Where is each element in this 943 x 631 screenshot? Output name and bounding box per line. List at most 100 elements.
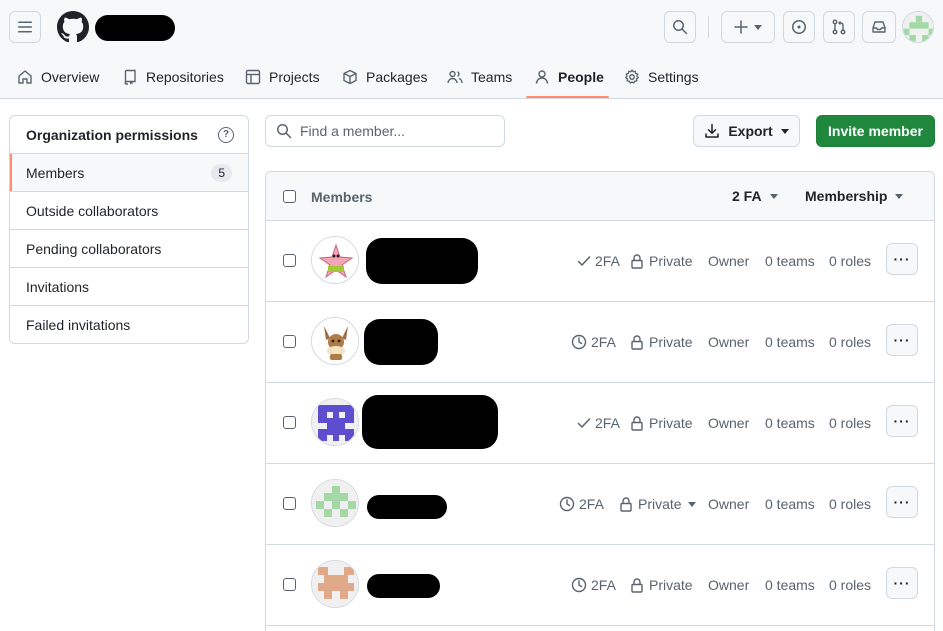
pull-requests-button[interactable]: [823, 11, 855, 43]
check-icon: [577, 256, 591, 266]
row-more-button[interactable]: ···: [886, 405, 918, 437]
members-column-header: Members: [311, 189, 373, 205]
visibility-dropdown[interactable]: Private: [620, 496, 696, 512]
row-checkbox[interactable]: [283, 497, 296, 510]
twofa-status: 2FA: [571, 577, 616, 593]
tab-settings[interactable]: Settings: [624, 56, 699, 98]
member-teams[interactable]: 0 teams: [765, 334, 815, 350]
row-checkbox[interactable]: [283, 578, 296, 591]
tab-label: Overview: [41, 69, 100, 85]
permissions-sidebar: Organization permissions ? Members 5 Out…: [9, 115, 249, 344]
export-button[interactable]: Export: [693, 115, 800, 147]
twofa-filter-dropdown[interactable]: 2 FA: [732, 188, 778, 204]
issues-button[interactable]: [783, 11, 815, 43]
app-header: Overview Repositories Projects Packages …: [0, 0, 943, 99]
tab-people[interactable]: People: [534, 56, 604, 98]
table-header: Members 2 FA Membership: [266, 172, 934, 221]
member-avatar[interactable]: [311, 236, 359, 284]
tab-label: Packages: [366, 69, 428, 85]
hamburger-menu-button[interactable]: [9, 11, 41, 43]
table-row: 2FA Private Owner 0 teams 0 roles ···: [266, 464, 934, 545]
home-icon: [18, 70, 32, 84]
visibility-status: Private: [631, 334, 693, 350]
row-more-button[interactable]: ···: [886, 486, 918, 518]
member-name-redacted: [367, 574, 440, 598]
row-more-button[interactable]: ···: [886, 243, 918, 275]
issue-opened-icon: [792, 20, 806, 34]
orange-identicon-avatar: [312, 561, 358, 607]
tab-overview[interactable]: Overview: [17, 56, 99, 98]
membership-filter-dropdown[interactable]: Membership: [805, 188, 904, 204]
lock-icon: [631, 334, 643, 350]
search-button[interactable]: [664, 11, 696, 43]
github-mark-icon[interactable]: [57, 11, 89, 43]
visibility-label: Private: [638, 496, 682, 512]
clock-icon: [559, 496, 575, 512]
patrick-star-avatar: [312, 237, 358, 283]
sidebar-item-label: Outside collaborators: [26, 202, 159, 219]
sidebar-item-label: Invitations: [26, 278, 90, 295]
lock-icon: [631, 253, 643, 269]
row-more-button[interactable]: ···: [886, 567, 918, 599]
member-avatar[interactable]: [311, 479, 359, 527]
question-icon[interactable]: ?: [218, 126, 234, 143]
tab-projects[interactable]: Projects: [245, 56, 320, 98]
twofa-status: 2FA: [577, 253, 620, 269]
member-roles[interactable]: 0 roles: [829, 415, 871, 431]
twofa-label: 2FA: [595, 253, 620, 269]
package-icon: [343, 69, 357, 85]
row-checkbox[interactable]: [283, 254, 296, 267]
member-roles[interactable]: 0 roles: [829, 334, 871, 350]
member-role: Owner: [708, 334, 750, 350]
three-bars-icon: [18, 21, 32, 33]
find-member-search[interactable]: [265, 115, 505, 147]
search-icon: [673, 20, 688, 35]
sidebar-item-label: Members: [26, 164, 85, 181]
user-avatar[interactable]: [902, 11, 934, 43]
member-avatar[interactable]: [311, 560, 359, 608]
members-table: Members 2 FA Membership 2FA Private Owne…: [265, 171, 935, 631]
triangle-down-icon: [687, 501, 696, 507]
purple-identicon-avatar: [312, 399, 358, 445]
tab-teams[interactable]: Teams: [447, 56, 512, 98]
member-roles[interactable]: 0 roles: [829, 577, 871, 593]
person-icon: [535, 70, 549, 84]
search-input[interactable]: [300, 123, 490, 139]
visibility-status: Private: [631, 577, 693, 593]
inbox-button[interactable]: [862, 11, 896, 43]
row-more-button[interactable]: ···: [886, 324, 918, 356]
eevee-avatar: [312, 318, 358, 364]
people-icon: [447, 70, 463, 84]
download-icon: [705, 123, 720, 138]
sidebar-item-pending-collaborators[interactable]: Pending collaborators: [10, 230, 248, 268]
header-divider: [708, 16, 709, 38]
member-avatar[interactable]: [311, 398, 359, 446]
create-new-button[interactable]: [721, 11, 775, 43]
row-checkbox[interactable]: [283, 335, 296, 348]
member-roles[interactable]: 0 roles: [829, 253, 871, 269]
inbox-icon: [872, 21, 886, 33]
tab-repositories[interactable]: Repositories: [122, 56, 224, 98]
active-tab-underline: [526, 96, 609, 98]
sidebar-item-members[interactable]: Members 5: [10, 154, 248, 192]
tab-label: Repositories: [146, 69, 224, 85]
member-teams[interactable]: 0 teams: [765, 415, 815, 431]
member-teams[interactable]: 0 teams: [765, 577, 815, 593]
select-all-checkbox[interactable]: [283, 190, 296, 203]
members-count-badge: 5: [211, 163, 232, 182]
sidebar-title: Organization permissions: [26, 126, 198, 143]
sidebar-item-outside-collaborators[interactable]: Outside collaborators: [10, 192, 248, 230]
member-teams[interactable]: 0 teams: [765, 496, 815, 512]
invite-member-button[interactable]: Invite member: [816, 115, 935, 147]
twofa-label: 2FA: [591, 577, 616, 593]
green-identicon-avatar: [903, 12, 933, 42]
sidebar-item-failed-invitations[interactable]: Failed invitations: [10, 306, 248, 343]
member-teams[interactable]: 0 teams: [765, 253, 815, 269]
export-label: Export: [728, 123, 773, 139]
member-role: Owner: [708, 577, 750, 593]
tab-packages[interactable]: Packages: [342, 56, 427, 98]
row-checkbox[interactable]: [283, 416, 296, 429]
sidebar-item-invitations[interactable]: Invitations: [10, 268, 248, 306]
member-avatar[interactable]: [311, 317, 359, 365]
member-roles[interactable]: 0 roles: [829, 496, 871, 512]
